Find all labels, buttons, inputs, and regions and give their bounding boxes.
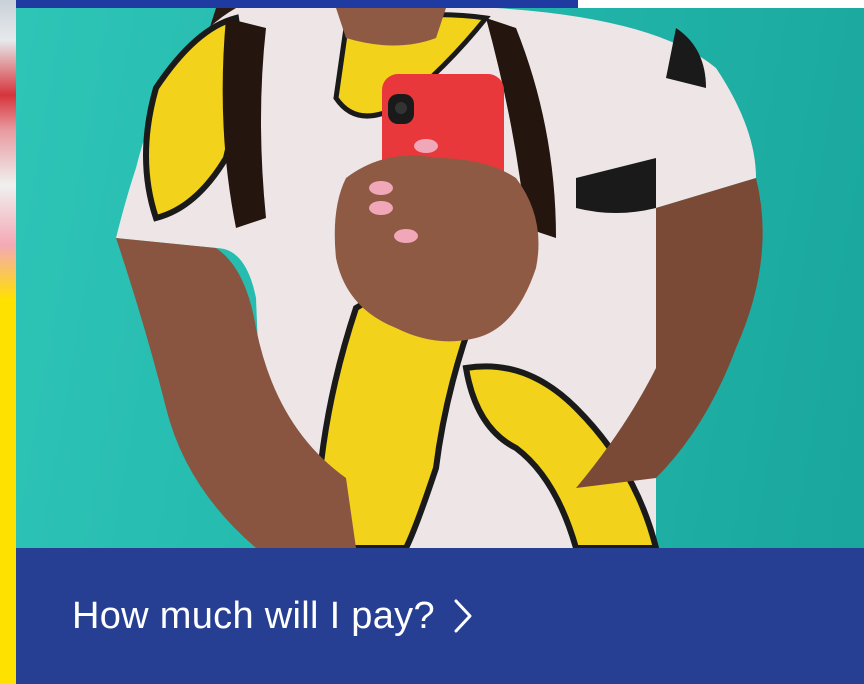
adjacent-image-strip — [0, 0, 16, 684]
hero-image — [16, 8, 864, 548]
cta-label: How much will I pay? — [72, 594, 435, 637]
woman-with-phone-illustration — [116, 8, 763, 548]
how-much-will-i-pay-button[interactable]: How much will I pay? — [16, 548, 864, 684]
chevron-right-icon — [453, 599, 473, 633]
top-accent-bar — [16, 0, 578, 8]
